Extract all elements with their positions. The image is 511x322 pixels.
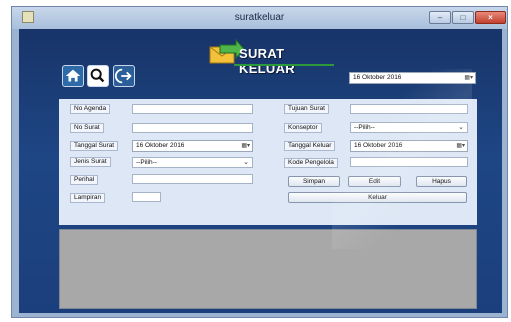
tanggal-surat-picker[interactable]: 16 Oktober 2016 ▦▾ bbox=[132, 140, 253, 152]
surat-keluar-logo: SURAT KELUAR bbox=[206, 37, 338, 76]
jenis-surat-value: --Pilih-- bbox=[136, 159, 157, 166]
konseptor-value: --Pilih-- bbox=[354, 124, 375, 131]
maximize-button[interactable]: □ bbox=[452, 11, 474, 24]
keluar-button[interactable]: Keluar bbox=[288, 192, 467, 203]
no-agenda-label: No Agenda bbox=[70, 104, 111, 114]
logo-text: SURAT KELUAR bbox=[239, 46, 295, 76]
calendar-dropdown-icon: ▦▾ bbox=[456, 143, 465, 149]
tanggal-surat-label: Tanggal Surat bbox=[70, 141, 119, 151]
calendar-dropdown-icon: ▦▾ bbox=[241, 143, 250, 149]
data-grid[interactable] bbox=[59, 229, 477, 309]
perihal-input[interactable] bbox=[132, 174, 253, 184]
logout-button[interactable] bbox=[113, 65, 135, 87]
perihal-label: Perihal bbox=[70, 175, 99, 185]
kode-pengelola-input[interactable] bbox=[350, 157, 468, 167]
minimize-button[interactable]: – bbox=[429, 11, 451, 24]
no-surat-label: No Surat bbox=[70, 123, 104, 133]
close-button[interactable]: × bbox=[475, 11, 506, 24]
konseptor-label: Konseptor bbox=[284, 123, 322, 133]
home-button[interactable] bbox=[62, 65, 84, 87]
konseptor-select[interactable]: --Pilih-- ⌄ bbox=[350, 122, 468, 133]
tanggal-surat-value: 16 Oktober 2016 bbox=[136, 142, 185, 149]
chevron-down-icon: ⌄ bbox=[458, 124, 464, 131]
tanggal-keluar-picker[interactable]: 16 Oktober 2016 ▦▾ bbox=[350, 140, 468, 152]
jenis-surat-select[interactable]: --Pilih-- ⌄ bbox=[132, 157, 253, 168]
no-agenda-input[interactable] bbox=[132, 104, 253, 114]
chevron-down-icon: ⌄ bbox=[243, 159, 249, 166]
main-area: SURAT KELUAR 16 Oktober 2016 ▦▾ No Agend… bbox=[19, 29, 502, 313]
tanggal-keluar-value: 16 Oktober 2016 bbox=[354, 142, 403, 149]
simpan-button[interactable]: Simpan bbox=[288, 176, 340, 187]
logout-icon bbox=[114, 68, 132, 84]
search-icon bbox=[90, 68, 105, 83]
search-button[interactable] bbox=[87, 65, 109, 87]
title-bar: suratkeluar – □ × bbox=[12, 7, 507, 29]
kode-pengelola-label: Kode Pengelola bbox=[284, 158, 338, 168]
edit-button[interactable]: Edit bbox=[348, 176, 401, 187]
lampiran-input[interactable] bbox=[132, 192, 161, 202]
header-date-value: 16 Oktober 2016 bbox=[353, 74, 402, 81]
calendar-dropdown-icon: ▦▾ bbox=[464, 75, 473, 81]
form-panel: No Agenda No Surat Tanggal Surat 16 Okto… bbox=[59, 99, 477, 225]
tanggal-keluar-label: Tanggal Keluar bbox=[284, 141, 336, 151]
app-window: suratkeluar – □ × SURAT KELUAR 16 Oktobe… bbox=[11, 6, 508, 318]
tujuan-surat-label: Tujuan Surat bbox=[284, 104, 329, 114]
hapus-button[interactable]: Hapus bbox=[416, 176, 467, 187]
home-icon bbox=[65, 69, 81, 82]
header-date-picker[interactable]: 16 Oktober 2016 ▦▾ bbox=[349, 72, 476, 84]
lampiran-label: Lampiran bbox=[70, 193, 106, 203]
logo-underline bbox=[234, 64, 334, 66]
tujuan-surat-input[interactable] bbox=[350, 104, 468, 114]
jenis-surat-label: Jenis Surat bbox=[70, 157, 111, 167]
no-surat-input[interactable] bbox=[132, 123, 253, 133]
